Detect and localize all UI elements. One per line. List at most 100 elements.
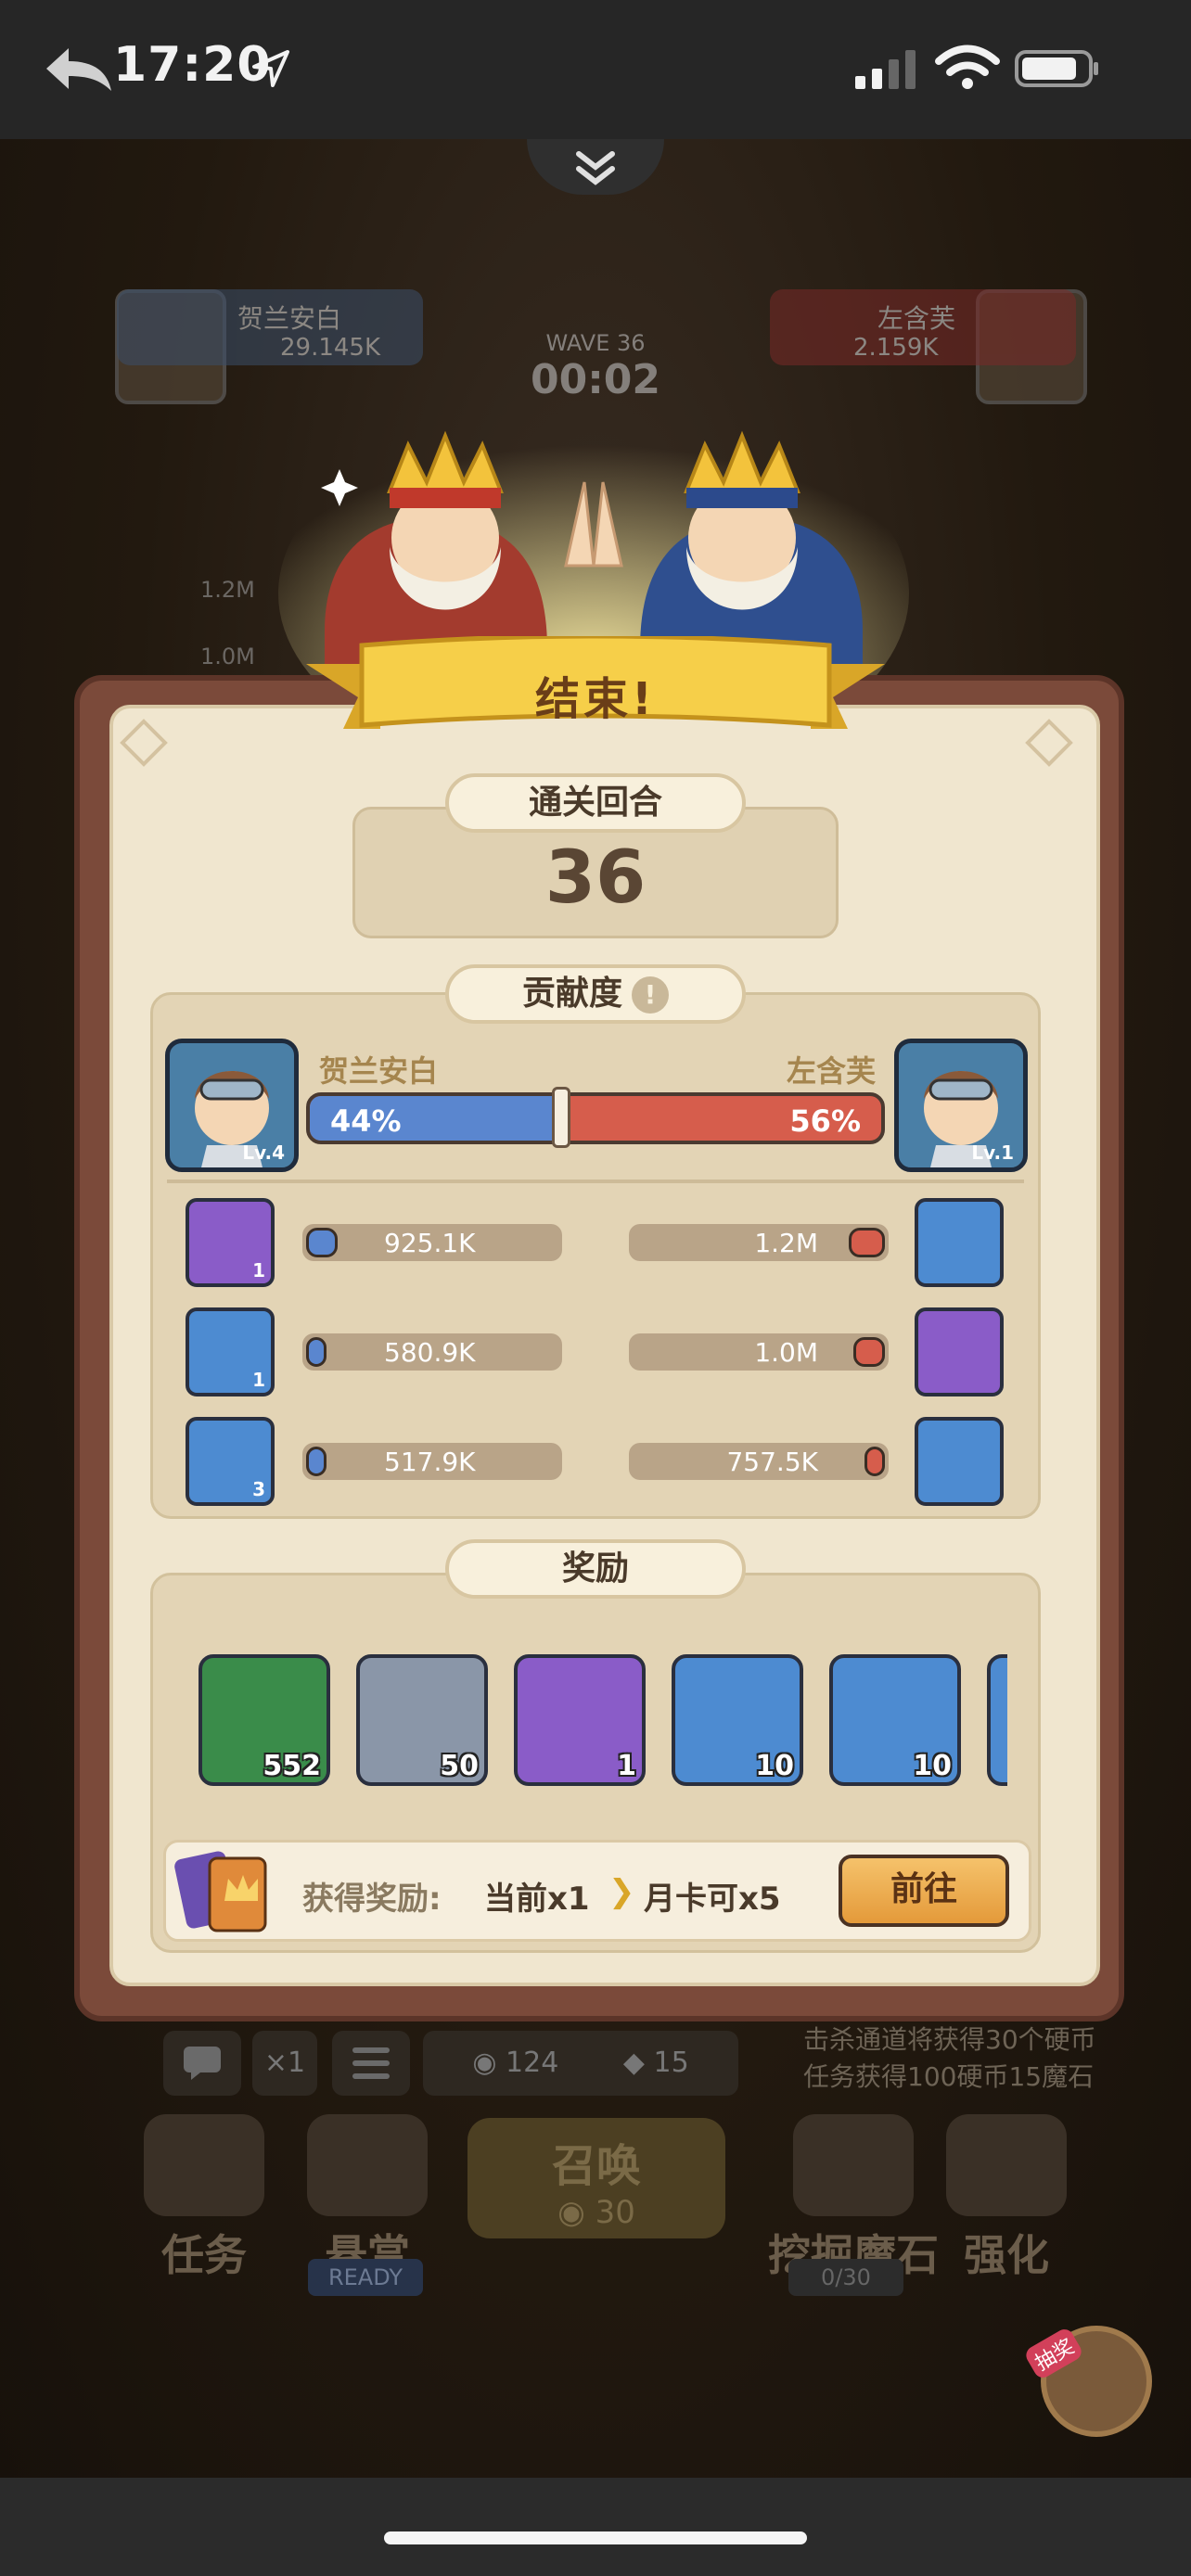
contribution-header: 贡献度! — [445, 964, 746, 1024]
reward-quantity: 552 — [263, 1750, 321, 1782]
left-player-name: 贺兰安白 — [319, 1053, 439, 1089]
unit-damage-bar: 517.9K — [302, 1443, 562, 1480]
bg-left-player: 贺兰安白 29.145K — [117, 289, 423, 365]
coin-icon: ◉ — [472, 2047, 497, 2079]
left-percent: 44% — [330, 1103, 402, 1139]
unit-pilot-icon — [915, 1198, 1004, 1287]
reward-quantity: 50 — [440, 1750, 479, 1782]
bg-note: 击杀通道将获得30个硬币 — [803, 2024, 1096, 2055]
summon-label: 召唤 — [551, 2140, 641, 2192]
ready-tag: READY — [308, 2259, 423, 2296]
reward-exp-potion-icon[interactable]: 50 — [356, 1654, 488, 1786]
unit-damage-value: 925.1K — [384, 1228, 476, 1258]
unit-wizard-icon: 3 — [186, 1417, 275, 1506]
bounty-button[interactable]: 悬赏 — [293, 2114, 442, 2283]
unit-damage-fill — [306, 1447, 327, 1476]
unit-damage-bar: 1.2M — [629, 1224, 889, 1261]
home-indicator[interactable] — [384, 2531, 807, 2544]
unit-damage-value: 757.5K — [726, 1447, 818, 1477]
double-chevron-down-icon — [576, 151, 615, 185]
unit-elf-archer-icon — [915, 1417, 1004, 1506]
cellular-signal-icon — [855, 50, 916, 89]
reward-lightning-book-icon[interactable]: 10 — [672, 1654, 803, 1786]
upgrade-button[interactable]: 强化 — [937, 2114, 1076, 2283]
contribution-divider — [167, 1180, 1024, 1183]
right-player-avatar: Lv.1 — [894, 1039, 1028, 1172]
battery-icon — [1015, 50, 1098, 87]
bounty-icon — [307, 2114, 428, 2216]
unit-damage-bar: 757.5K — [629, 1443, 889, 1480]
dig-icon — [793, 2114, 914, 2216]
contribution-label: 贡献度 — [521, 975, 622, 1013]
left-player-avatar: Lv.4 — [165, 1039, 299, 1172]
bg-side-value: 1.2M — [200, 577, 255, 603]
status-bar: 17:20 — [0, 0, 1191, 139]
bg-wave-label: WAVE 36 — [545, 330, 646, 356]
right-percent: 56% — [789, 1103, 861, 1139]
bg-side-value: 1.0M — [200, 644, 255, 670]
current-multiplier: 当前x1 — [484, 1881, 590, 1918]
reward-nature-book-icon[interactable]: 10 — [829, 1654, 961, 1786]
wifi-icon — [935, 45, 1000, 89]
chevron-right-icon: ❯ — [608, 1873, 635, 1910]
chat-button[interactable] — [163, 2031, 241, 2096]
reward-quantity: 10 — [755, 1750, 794, 1782]
back-arrow-icon[interactable] — [41, 45, 115, 95]
round-label: 通关回合 — [445, 773, 746, 833]
menu-icon — [352, 2047, 390, 2079]
home-indicator-bar — [0, 2478, 1191, 2576]
chat-multiplier: ×1 — [252, 2031, 317, 2096]
gem-count: 15 — [653, 2047, 689, 2079]
upgrade-icon — [946, 2114, 1067, 2216]
status-time: 17:20 — [113, 37, 272, 93]
upgrade-label: 强化 — [964, 2230, 1049, 2280]
coin-count: 124 — [506, 2047, 559, 2079]
bg-left-score: 29.145K — [280, 334, 381, 362]
reward-quantity: 10 — [913, 1750, 952, 1782]
unit-damage-bar: 1.0M — [629, 1333, 889, 1371]
claim-label: 获得奖励: — [302, 1881, 442, 1918]
monthly-card-icon — [174, 1851, 267, 1932]
reward-more-item-icon[interactable] — [987, 1654, 1007, 1786]
dig-button[interactable]: 挖掘魔石 — [742, 2114, 965, 2283]
location-arrow-icon — [252, 50, 289, 87]
unit-mech-icon — [915, 1307, 1004, 1396]
reward-quantity: 1 — [617, 1750, 636, 1782]
unit-damage-fill — [848, 1228, 885, 1257]
unit-damage-value: 1.2M — [754, 1228, 818, 1258]
unit-damage-fill — [306, 1337, 327, 1367]
task-icon — [144, 2114, 264, 2216]
result-title: 结束! — [535, 673, 656, 725]
round-value: 36 — [544, 836, 647, 920]
go-button[interactable]: 前往 — [839, 1855, 1009, 1927]
unit-damage-value: 1.0M — [754, 1337, 818, 1368]
menu-button[interactable] — [332, 2031, 410, 2096]
bg-right-player: 左含芙 2.159K — [770, 289, 1076, 365]
summon-cost-icon: ◉ — [557, 2194, 585, 2231]
task-button[interactable]: 任务 — [130, 2114, 278, 2283]
corner-ornament-icon — [1025, 719, 1073, 767]
unit-damage-bar: 580.9K — [302, 1333, 562, 1371]
currency-chip: ◉ 124 ◆ 15 — [423, 2031, 738, 2096]
reward-label: 奖励 — [445, 1539, 746, 1599]
right-player-name: 左含芙 — [787, 1053, 877, 1089]
reward-magic-scroll-icon[interactable]: 1 — [514, 1654, 646, 1786]
unit-damage-value: 580.9K — [384, 1337, 476, 1368]
contribution-split-bar: 44% 56% — [306, 1092, 885, 1144]
unit-count: 3 — [252, 1478, 265, 1500]
reward-items-strip[interactable]: 552 50 1 10 10 — [186, 1647, 1007, 1795]
unit-knight-icon: 1 — [186, 1198, 275, 1287]
unit-count: 1 — [252, 1259, 265, 1282]
corner-ornament-icon — [120, 719, 168, 767]
summon-cost: 30 — [595, 2194, 635, 2231]
summon-button[interactable]: 召唤 ◉ 30 — [467, 2118, 725, 2238]
reward-coin-icon[interactable]: 552 — [198, 1654, 330, 1786]
unit-count: 1 — [252, 1369, 265, 1391]
unit-damage-fill — [864, 1447, 885, 1476]
unit-red-demon-icon: 1 — [186, 1307, 275, 1396]
bg-left-name: 贺兰安白 — [237, 303, 342, 334]
split-knob — [552, 1087, 571, 1148]
unit-damage-value: 517.9K — [384, 1447, 476, 1477]
left-player-level: Lv.4 — [242, 1141, 285, 1164]
help-icon[interactable]: ! — [632, 976, 669, 1014]
